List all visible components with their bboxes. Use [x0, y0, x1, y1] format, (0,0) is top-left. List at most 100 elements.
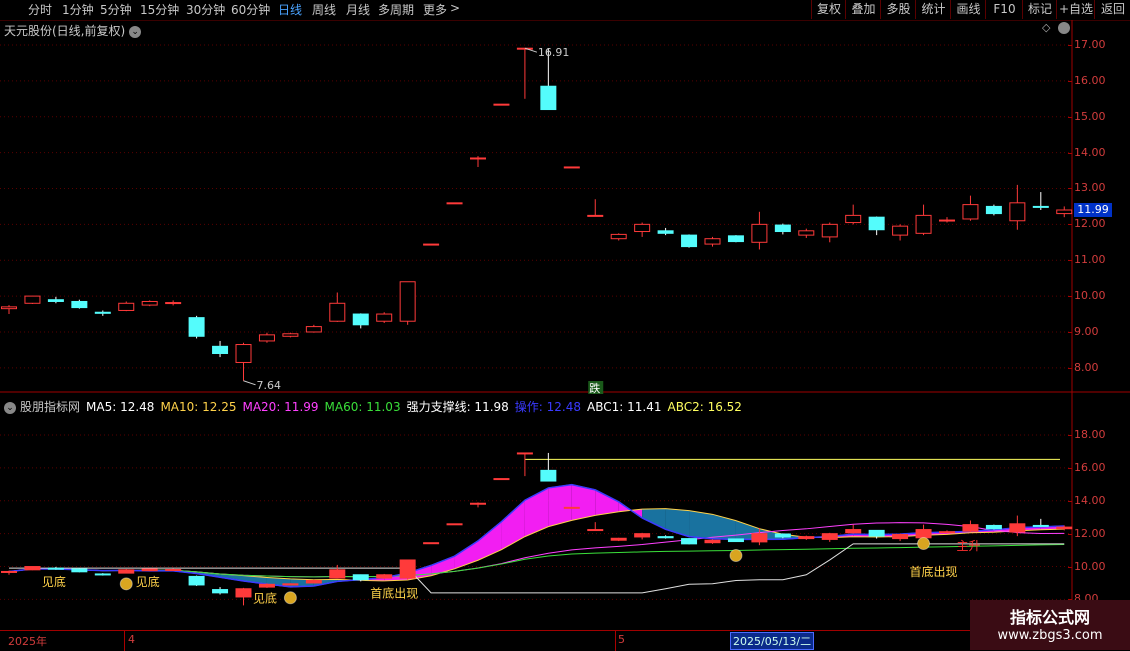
main-candle	[494, 104, 509, 105]
sub-candle	[447, 524, 462, 525]
main-candle	[48, 300, 63, 302]
trend-ribbon-segment	[595, 490, 618, 515]
chevron-down-icon[interactable]: ⌄	[4, 402, 16, 414]
sub-candle	[564, 507, 579, 508]
money-bag-icon	[120, 578, 132, 590]
axis-tick-label: 9.00	[1074, 325, 1099, 338]
sub-candle	[1010, 524, 1025, 532]
signal-text: 首底出现	[370, 585, 418, 600]
sub-candle	[799, 537, 814, 539]
main-candle	[400, 282, 415, 321]
trend-ribbon-segment	[548, 485, 571, 527]
year-label: 2025年	[8, 633, 47, 649]
kline-chart[interactable]: 16.917.64跌见底见底见底首底出现首底出现主升	[0, 0, 1130, 650]
main-candle	[846, 215, 861, 222]
axis-tick-label: 12.00	[1074, 527, 1106, 540]
signal-text: 主升	[956, 539, 980, 553]
ma60-line	[9, 545, 1064, 577]
sub-candle	[377, 575, 392, 578]
axis-tick-label: 16.00	[1074, 461, 1106, 474]
trend-ribbon-segment	[689, 511, 712, 539]
main-candle	[635, 224, 650, 231]
high-price-label: 16.91	[538, 46, 570, 59]
money-bag-icon	[918, 538, 930, 550]
sub-candle	[822, 534, 837, 540]
axis-tick-label: 10.00	[1074, 560, 1106, 573]
indicator-value-3: MA60: 11.03	[325, 400, 401, 414]
main-candle	[822, 224, 837, 237]
main-candle	[1057, 210, 1072, 214]
main-candle	[471, 158, 486, 159]
indicator-values: MA5: 12.48MA10: 12.25MA20: 11.99MA60: 11…	[86, 400, 748, 414]
main-candle	[588, 215, 603, 216]
signal-label: 跌	[589, 381, 600, 395]
trend-ribbon-segment	[525, 488, 548, 537]
main-candle	[775, 225, 790, 231]
main-candle	[95, 312, 110, 313]
watermark: 指标公式网 www.zbgs3.com	[970, 600, 1130, 650]
main-candle	[353, 314, 368, 325]
axis-tick-label: 11.00	[1074, 253, 1106, 266]
sub-candle	[142, 569, 157, 571]
axis-tick-label: 13.00	[1074, 181, 1106, 194]
sub-candle	[940, 532, 955, 533]
signal-text: 见底	[42, 574, 66, 589]
main-candle	[986, 206, 1001, 213]
sub-candle	[916, 530, 931, 538]
sub-candle	[986, 525, 1001, 528]
sub-candle	[471, 503, 486, 504]
sub-price-axis: 18.0016.0014.0012.0010.008.00	[1072, 400, 1130, 630]
sub-candle	[72, 569, 87, 572]
indicator-value-0: MA5: 12.48	[86, 400, 154, 414]
low-marker	[244, 381, 256, 385]
indicator-name: 股朋指标网	[20, 400, 80, 414]
axis-tick-label: 18.00	[1074, 428, 1106, 441]
indicator-value-4: 强力支撑线: 11.98	[407, 400, 509, 414]
sub-candle	[119, 570, 134, 573]
main-candle	[189, 318, 204, 337]
sub-candle	[705, 540, 720, 542]
sub-candle	[213, 590, 228, 593]
main-candle	[564, 167, 579, 168]
current-price-badge: 11.99	[1074, 203, 1112, 217]
main-candle	[166, 303, 181, 304]
sub-candle	[1033, 525, 1048, 526]
main-candle	[1010, 203, 1025, 221]
main-candle	[283, 334, 298, 337]
sub-candle	[517, 453, 532, 454]
axis-tick-label: 10.00	[1074, 289, 1106, 302]
main-candle	[728, 236, 743, 242]
sub-candle	[869, 530, 884, 536]
axis-tick-label: 14.00	[1074, 146, 1106, 159]
axis-tick-label: 16.00	[1074, 74, 1106, 87]
indicator-value-2: MA20: 11.99	[242, 400, 318, 414]
main-candle	[940, 220, 955, 221]
sub-candle	[963, 525, 978, 532]
indicator-value-5: 操作: 12.48	[515, 400, 581, 414]
sub-candle	[283, 584, 298, 585]
main-candle	[142, 301, 157, 305]
sub-candle	[400, 560, 415, 578]
main-candle	[2, 307, 17, 309]
main-candle	[72, 301, 87, 307]
sub-candle	[353, 575, 368, 580]
sub-candle	[330, 570, 345, 578]
main-candle	[869, 217, 884, 230]
sub-candle	[1057, 527, 1072, 529]
main-candle	[916, 215, 931, 233]
indicator-value-6: ABC1: 11.41	[587, 400, 661, 414]
timeline-bar[interactable]: 2025年 4 5 2025/05/13/二	[0, 630, 1130, 651]
sub-candle	[541, 470, 556, 481]
main-candle	[306, 327, 321, 332]
sub-candle	[259, 584, 274, 587]
sub-candle	[611, 538, 626, 540]
trend-ribbon-segment	[572, 485, 595, 521]
money-bag-icon	[284, 592, 296, 604]
signal-text: 见底	[136, 574, 160, 589]
watermark-url: www.zbgs3.com	[970, 628, 1130, 643]
main-candle	[213, 346, 228, 353]
sub-candle	[682, 539, 697, 544]
sub-candle	[893, 534, 908, 538]
main-candle	[447, 203, 462, 204]
watermark-title: 指标公式网	[970, 604, 1130, 628]
